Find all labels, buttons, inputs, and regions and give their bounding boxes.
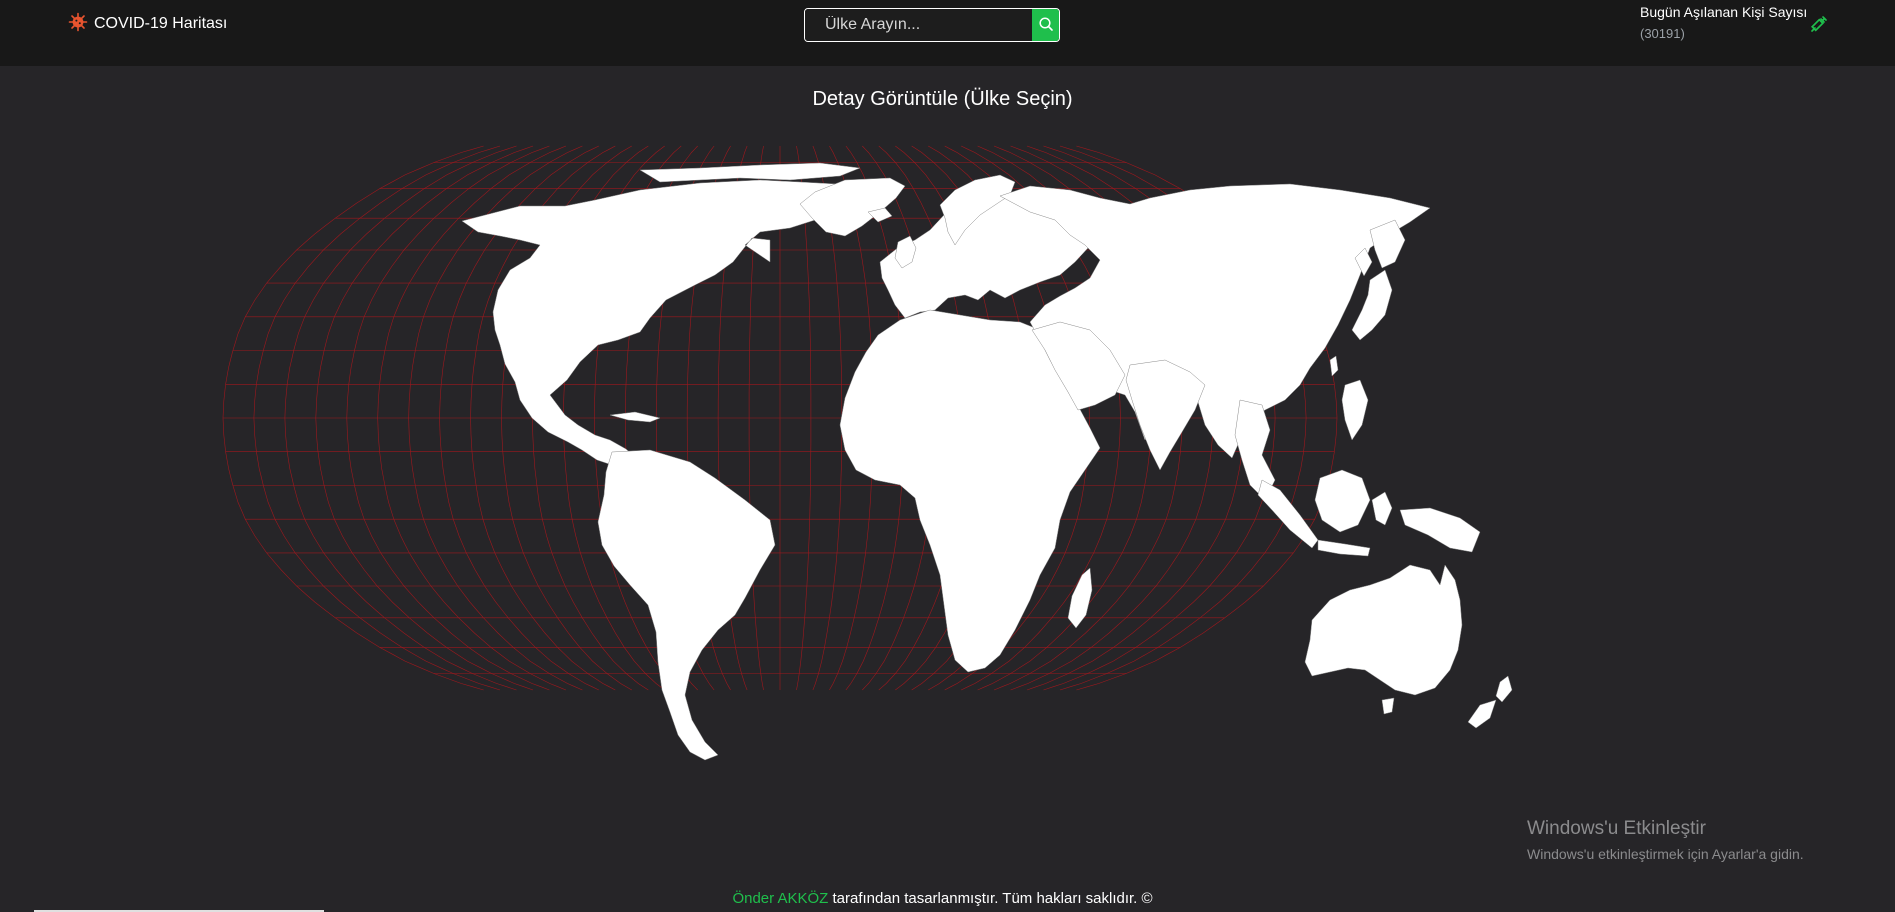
country-java[interactable] — [1317, 539, 1371, 557]
footer: Önder AKKÖZ tarafından tasarlanmıştır. T… — [0, 890, 1885, 907]
windows-activation-watermark: Windows'u Etkinleştir Windows'u etkinleş… — [1527, 818, 1887, 862]
country-madagascar[interactable] — [1067, 567, 1093, 629]
watermark-title: Windows'u Etkinleştir — [1527, 818, 1706, 839]
country-sulawesi[interactable] — [1371, 491, 1393, 526]
country-taiwan[interactable] — [1329, 355, 1339, 377]
world-map-container — [0, 0, 1895, 912]
country-new-zealand[interactable] — [1467, 675, 1513, 729]
country-australia[interactable] — [1304, 564, 1463, 696]
country-india[interactable] — [1125, 359, 1206, 471]
country-canada-arctic-islands[interactable] — [639, 162, 861, 183]
country-tasmania[interactable] — [1381, 697, 1395, 715]
author-link[interactable]: Önder AKKÖZ — [732, 890, 828, 907]
country-philippines[interactable] — [1341, 379, 1369, 441]
world-map[interactable] — [0, 0, 1895, 912]
watermark-subtitle: Windows'u etkinleştirmek için Ayarlar'a … — [1527, 846, 1804, 862]
country-caribbean-cuba[interactable] — [609, 411, 661, 423]
country-new-guinea[interactable] — [1399, 507, 1481, 553]
map-countries — [461, 162, 1513, 761]
footer-text: tarafından tasarlanmıştır. Tüm hakları s… — [828, 890, 1153, 907]
country-south-america[interactable] — [597, 449, 776, 761]
country-sumatra[interactable] — [1257, 479, 1319, 549]
country-borneo[interactable] — [1314, 469, 1371, 533]
